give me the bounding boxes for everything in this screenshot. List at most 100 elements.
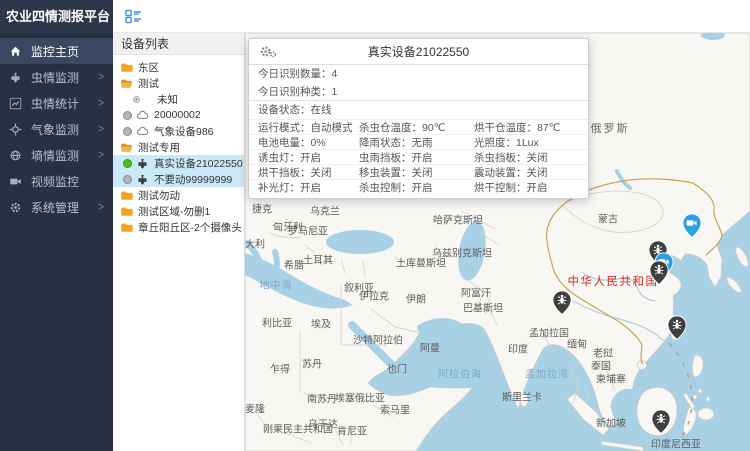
tree-item-label: 不要动99999999 (154, 172, 232, 187)
popup-field: 杀虫仓温度：90℃ (359, 120, 474, 135)
tree-item-label: 气象设备986 (154, 124, 214, 139)
sidebar-item-label: 系统管理 (31, 199, 79, 216)
home-icon (9, 45, 22, 58)
sidebar-item-label: 监控主页 (31, 43, 79, 60)
sidebar-item-label: 虫情监测 (31, 69, 79, 86)
popup-grid-row: 运行模式：自动模式杀虫仓温度：90℃烘干仓温度：87℃ (249, 120, 588, 135)
sidebar-item-label: 气象监测 (31, 121, 79, 138)
device-marker-dark[interactable] (651, 409, 671, 435)
popup-field: 补光灯：开启 (258, 180, 359, 195)
folder-closed-icon (120, 61, 133, 74)
org-tree-icon[interactable] (125, 9, 142, 24)
popup-stat-row: 今日识别数量：4 (249, 65, 588, 83)
sidebar-item-home[interactable]: 监控主页 (0, 38, 113, 64)
sidebar-item-label: 视频监控 (31, 173, 79, 190)
popup-header: 真实设备21022550 (249, 39, 588, 65)
sidebar-item-label: 墒情监测 (31, 147, 79, 164)
tree-item-label: 真实设备21022550 (154, 156, 243, 171)
popup-field: 光照度：1Lux (474, 135, 588, 150)
chevron-right-icon: > (98, 70, 104, 83)
device-info-popup: 真实设备21022550 今日识别数量：4今日识别种类：1 设备状态：在线 运行… (248, 38, 589, 199)
popup-field: 烘干仓温度：87℃ (474, 120, 588, 135)
folder-closed-icon (120, 221, 133, 234)
tree-item-label: 东区 (138, 60, 159, 75)
chevron-right-icon: > (98, 96, 104, 109)
folder-open-icon (120, 77, 133, 90)
chevron-right-icon: > (98, 122, 104, 135)
popup-grid-row: 烘干挡板：关闭移虫装置：关闭震动装置：关闭 (249, 165, 588, 180)
folder-open-icon (120, 141, 133, 154)
sidebar-item-system-manage[interactable]: 系统管理 > (0, 194, 113, 220)
sidebar-item-video-monitor[interactable]: 视频监控 (0, 168, 113, 194)
device-marker-dark[interactable] (552, 290, 572, 316)
bug-icon (136, 157, 149, 170)
gears-icon[interactable] (258, 44, 279, 59)
tree-device-real-21022550[interactable]: 真实设备21022550 (113, 155, 244, 171)
gear-icon (9, 201, 22, 214)
tree-device-unknown[interactable]: 未知 (113, 91, 244, 107)
sidebar-item-label: 虫情统计 (31, 95, 79, 112)
sidebar-menu: 监控主页虫情监测 > 虫情统计 > 气象监测 > 墒情监测 > 视频监控系统管理 > (0, 33, 113, 220)
popup-field: 诱虫灯：开启 (258, 150, 359, 165)
tree-folder-test-nomove[interactable]: 测试勿动 (113, 187, 244, 203)
popup-field: 移虫装置：关闭 (359, 165, 474, 180)
topbar (113, 0, 750, 33)
tree-item-label: 测试勿动 (138, 188, 180, 203)
popup-field: 电池电量：0% (258, 135, 359, 150)
tree-item-label: 测试 (138, 76, 159, 91)
cloud-icon (136, 109, 149, 122)
device-marker-dark[interactable] (649, 260, 669, 286)
popup-stats: 今日识别数量：4今日识别种类：1 (249, 65, 588, 101)
unknown-icon (131, 94, 142, 105)
weather-icon (9, 123, 22, 136)
popup-title: 真实设备21022550 (279, 43, 558, 60)
popup-status-row: 设备状态：在线 (249, 101, 588, 120)
popup-field: 杀虫控制：开启 (359, 180, 474, 195)
bug-icon (136, 173, 149, 186)
status-dot-offline (123, 111, 132, 120)
tree-device-dev-20000002[interactable]: 20000002 (113, 107, 244, 123)
tree-folder-zhangqiu-cameras[interactable]: 章丘阳丘区-2个摄像头 (113, 219, 244, 235)
device-marker-dark[interactable] (667, 315, 687, 341)
popup-field: 降雨状态：无雨 (359, 135, 474, 150)
status-dot-online (123, 159, 132, 168)
app-title: 农业四情测报平台 (0, 0, 113, 33)
folder-closed-icon (120, 205, 133, 218)
tree-folder-test-special[interactable]: 测试专用 (113, 139, 244, 155)
tree-folder-test-region[interactable]: 测试区域-勿删1 (113, 203, 244, 219)
folder-closed-icon (120, 189, 133, 202)
status-dot-offline (123, 175, 132, 184)
device-list-header: 设备列表 (113, 33, 244, 55)
sidebar-item-insect-stats[interactable]: 虫情统计 > (0, 90, 113, 116)
popup-field: 震动装置：关闭 (474, 165, 588, 180)
popup-stat-row: 今日识别种类：1 (249, 83, 588, 101)
status-dot-offline (123, 127, 132, 136)
popup-field: 烘干控制：开启 (474, 180, 588, 195)
bug-icon (9, 71, 22, 84)
chevron-right-icon: > (98, 200, 104, 213)
globe-icon (9, 149, 22, 162)
tree-item-label: 章丘阳丘区-2个摄像头 (138, 220, 242, 235)
popup-grid-row: 电池电量：0%降雨状态：无雨光照度：1Lux (249, 135, 588, 150)
popup-grid: 运行模式：自动模式杀虫仓温度：90℃烘干仓温度：87℃电池电量：0%降雨状态：无… (249, 120, 588, 195)
tree-item-label: 20000002 (154, 109, 201, 121)
tree-folder-test[interactable]: 测试 (113, 75, 244, 91)
popup-grid-row: 诱虫灯：开启虫雨挡板：开启杀虫挡板：关闭 (249, 150, 588, 165)
tree-device-weather-986[interactable]: 气象设备986 (113, 123, 244, 139)
popup-field: 烘干挡板：关闭 (258, 165, 359, 180)
sidebar-item-insect-monitor[interactable]: 虫情监测 > (0, 64, 113, 90)
popup-grid-row: 补光灯：开启杀虫控制：开启烘干控制：开启 (249, 180, 588, 195)
sidebar-item-weather-monitor[interactable]: 气象监测 > (0, 116, 113, 142)
sidebar-item-soil-monitor[interactable]: 墒情监测 > (0, 142, 113, 168)
chevron-right-icon: > (98, 148, 104, 161)
tree-device-donttouch-9999[interactable]: 不要动99999999 (113, 171, 244, 187)
tree-folder-east-area[interactable]: 东区 (113, 59, 244, 75)
tree-item-label: 测试区域-勿删1 (138, 204, 210, 219)
tree-item-label: 测试专用 (138, 140, 180, 155)
tree-item-label: 未知 (157, 92, 178, 107)
device-list-panel: 设备列表 东区测试未知 20000002 气象设备986测试专用真实设备210225… (113, 33, 245, 451)
device-marker-blue[interactable] (682, 213, 702, 239)
sidebar: 农业四情测报平台 监控主页虫情监测 > 虫情统计 > 气象监测 > 墒情监测 > 视频监控系统管… (0, 0, 113, 451)
cloud-icon (136, 125, 149, 138)
popup-field: 虫雨挡板：开启 (359, 150, 474, 165)
